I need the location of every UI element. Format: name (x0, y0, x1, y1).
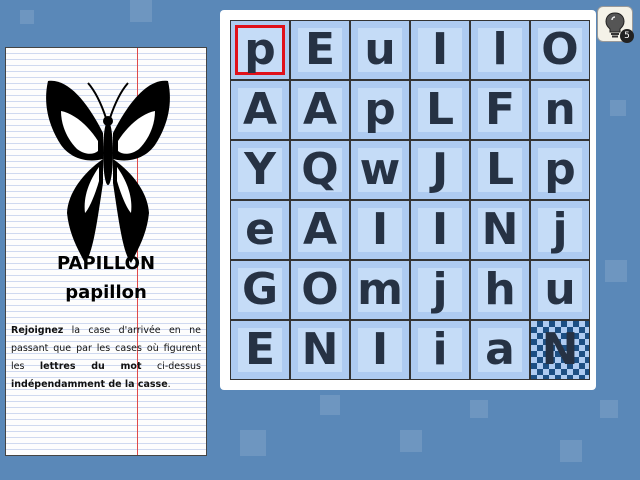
cell-letter: L (425, 84, 455, 135)
grid-cell[interactable]: I (350, 320, 410, 380)
cell-letter: a (485, 324, 515, 375)
cell-letter: j (552, 204, 568, 255)
cell-letter: J (431, 144, 449, 195)
cell-letter: E (244, 324, 276, 375)
cell-letter: A (242, 84, 278, 135)
instruction-bold: indépendamment de la casse (11, 379, 168, 390)
cell-letter: O (541, 24, 579, 75)
cell-letter: p (244, 24, 276, 75)
cell-letter: Y (244, 144, 276, 195)
grid-cell[interactable]: j (530, 200, 590, 260)
grid-cell[interactable]: E (290, 20, 350, 80)
background-square (240, 430, 266, 456)
background-square (470, 400, 488, 418)
cell-letter: F (484, 84, 516, 135)
grid-cell[interactable]: G (230, 260, 290, 320)
grid-cell[interactable]: N (290, 320, 350, 380)
cell-letter: N (481, 204, 519, 255)
grid-cell[interactable]: L (470, 140, 530, 200)
grid-cell[interactable]: A (230, 80, 290, 140)
background-square (320, 395, 340, 415)
instruction-bold: Rejoignez (11, 325, 64, 336)
grid-panel: p E u I l O A A p L F n Y Q w J L p e A … (220, 10, 596, 390)
cell-letter: u (364, 24, 396, 75)
background-square (20, 10, 34, 24)
grid-cell[interactable]: i (410, 320, 470, 380)
grid-cell-start[interactable]: p (230, 20, 290, 80)
cell-letter: I (431, 204, 449, 255)
cell-letter: p (364, 84, 396, 135)
cell-letter: w (359, 144, 401, 195)
grid-cell[interactable]: I (410, 20, 470, 80)
grid-cell[interactable]: p (530, 140, 590, 200)
grid-cell[interactable]: e (230, 200, 290, 260)
cell-letter: p (544, 144, 576, 195)
grid-cell[interactable]: u (530, 260, 590, 320)
grid-cell[interactable]: l (470, 20, 530, 80)
grid-cell[interactable]: w (350, 140, 410, 200)
grid-cell[interactable]: O (290, 260, 350, 320)
cell-letter: l (492, 24, 508, 75)
background-square (130, 0, 152, 22)
cell-letter: L (485, 144, 515, 195)
cell-letter: A (302, 204, 338, 255)
grid-cell[interactable]: F (470, 80, 530, 140)
instruction-segment: . (167, 379, 171, 390)
cell-letter: n (544, 84, 576, 135)
grid-cell[interactable]: u (350, 20, 410, 80)
background-square (605, 260, 627, 282)
cell-letter: Q (301, 144, 339, 195)
grid-cell[interactable]: m (350, 260, 410, 320)
grid-cell[interactable]: J (410, 140, 470, 200)
cell-letter: m (357, 264, 403, 315)
grid-cell[interactable]: A (290, 200, 350, 260)
background-square (560, 440, 582, 462)
cell-letter: G (241, 264, 279, 315)
cell-letter: I (431, 24, 449, 75)
grid-cell[interactable]: N (470, 200, 530, 260)
grid-cell[interactable]: A (290, 80, 350, 140)
grid-cell-finish[interactable]: N (530, 320, 590, 380)
grid-cell[interactable]: h (470, 260, 530, 320)
letter-grid: p E u I l O A A p L F n Y Q w J L p e A … (230, 20, 590, 380)
background-square (610, 100, 626, 116)
cell-letter: N (541, 324, 579, 375)
word-lowercase: papillon (65, 282, 147, 303)
grid-cell[interactable]: I (410, 200, 470, 260)
grid-cell[interactable]: Y (230, 140, 290, 200)
hint-count-badge: 5 (620, 29, 634, 43)
cell-letter: I (371, 204, 389, 255)
grid-cell[interactable]: Q (290, 140, 350, 200)
cell-letter: u (544, 264, 576, 315)
butterfly-image (46, 80, 170, 263)
word-card: PAPILLON papillon Rejoignez la case d'ar… (5, 47, 207, 456)
grid-cell[interactable]: j (410, 260, 470, 320)
cell-letter: O (301, 264, 339, 315)
hint-button[interactable]: 5 (597, 6, 634, 43)
cell-letter: e (245, 204, 275, 255)
grid-cell[interactable]: L (410, 80, 470, 140)
word-uppercase: PAPILLON (56, 253, 156, 274)
background-square (600, 400, 618, 418)
cell-letter: j (432, 264, 448, 315)
cell-letter: N (301, 324, 339, 375)
grid-cell[interactable]: I (350, 200, 410, 260)
background-square (400, 430, 422, 452)
grid-cell[interactable]: O (530, 20, 590, 80)
cell-letter: h (484, 264, 516, 315)
cell-letter: E (304, 24, 336, 75)
instruction-text: Rejoignez la case d'arrivée en ne passan… (11, 322, 201, 394)
instruction-bold: lettres du mot (39, 361, 142, 372)
grid-cell[interactable]: E (230, 320, 290, 380)
instruction-segment: ci-dessus (141, 361, 201, 372)
cell-letter: i (432, 324, 448, 375)
grid-cell[interactable]: a (470, 320, 530, 380)
cell-letter: A (302, 84, 338, 135)
cell-letter: I (371, 324, 389, 375)
grid-cell[interactable]: p (350, 80, 410, 140)
grid-cell[interactable]: n (530, 80, 590, 140)
